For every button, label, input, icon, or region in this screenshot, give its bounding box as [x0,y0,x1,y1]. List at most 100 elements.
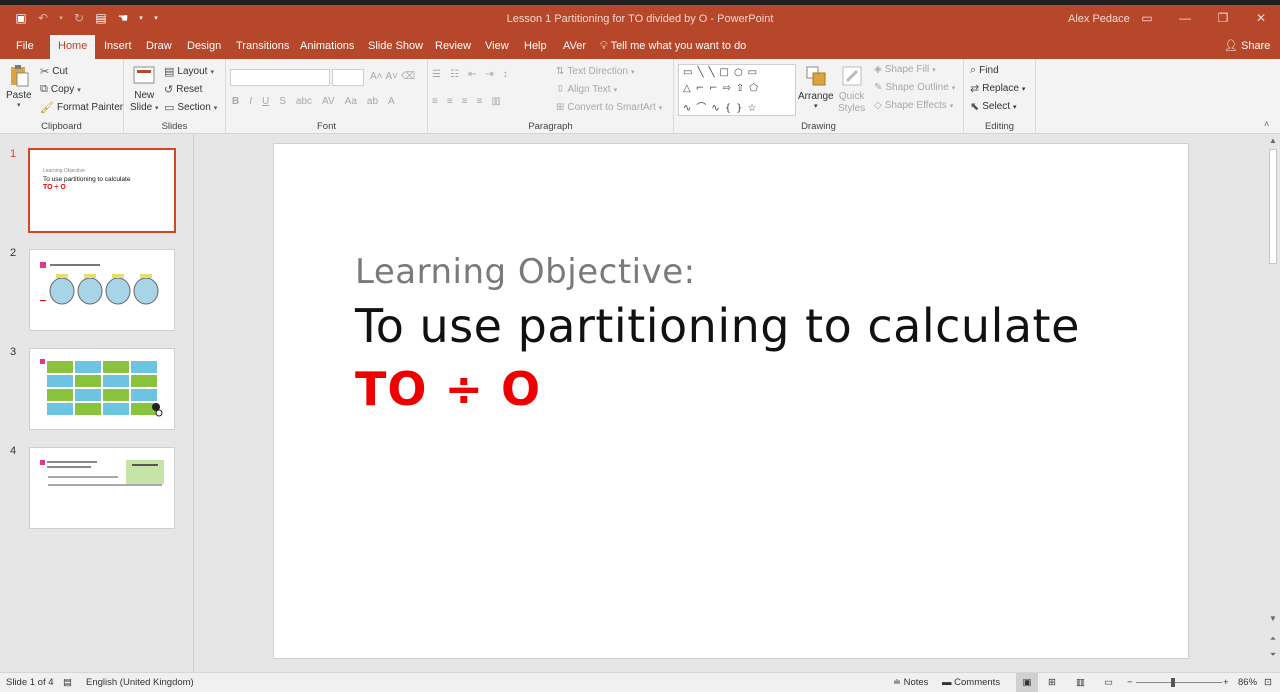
shapes-row-1[interactable]: ▭╲╲□○▭ [683,67,762,78]
layout-button[interactable]: ▤ Layout ▾ [164,65,214,78]
highlight-icon[interactable]: ab [367,96,378,107]
user-name[interactable]: Alex Pedace [1068,13,1130,25]
underline-icon[interactable]: U [262,96,269,107]
bullets-icon[interactable]: ☰ [432,69,441,80]
arrange-button[interactable]: Arrange ▾ [798,65,834,110]
layout-icon: ▤ [164,66,175,78]
cut-button[interactable]: ✂ Cut [40,65,68,78]
bold-icon[interactable]: B [232,96,239,107]
paste-button[interactable]: Paste ▾ [6,64,32,109]
spell-check-icon[interactable]: ▤ [63,677,72,688]
tab-help[interactable]: Help [524,35,547,59]
new-slide-button[interactable]: New Slide ▾ [130,64,159,115]
align-right-icon[interactable]: ≡ [462,96,468,107]
align-buttons[interactable]: ≡ ≡ ≡ ≡ ▥ [432,96,501,107]
slide-show-icon[interactable]: ▭ [1104,677,1113,688]
next-slide-icon[interactable]: ⏷ [1266,650,1280,660]
align-left-icon[interactable]: ≡ [432,96,438,107]
learning-objective-text[interactable]: To use partitioning to calculate [355,299,1080,353]
normal-view-icon[interactable]: ▣ [1016,673,1038,692]
numbering-icon[interactable]: ☷ [450,69,459,80]
zoom-out-icon[interactable]: − [1127,677,1133,688]
char-spacing-icon[interactable]: AV [322,96,335,107]
columns-icon[interactable]: ▥ [491,96,500,107]
shape-outline-button[interactable]: ✎ Shape Outline ▾ [874,82,955,93]
replace-button[interactable]: ⇄ Replace ▾ [970,82,1025,95]
scroll-down-icon[interactable]: ▼ [1266,614,1280,623]
tell-me-search[interactable]: 💡︎ Tell me what you want to do [600,35,746,59]
close-icon[interactable]: ✕ [1242,5,1280,31]
font-format-buttons[interactable]: B I U Sabc AV Aa ab A [232,96,395,107]
shape-fill-button[interactable]: ◈ Shape Fill ▾ [874,64,936,75]
italic-icon[interactable]: I [249,96,252,107]
tab-slide-show[interactable]: Slide Show [368,35,423,59]
share-button[interactable]: 👤︎ Share [1224,35,1270,59]
zoom-in-icon[interactable]: + [1223,677,1229,688]
text-direction-button[interactable]: ⇅ Text Direction ▾ [556,66,634,77]
section-button[interactable]: ▭ Section ▾ [164,101,217,114]
tab-review[interactable]: Review [435,35,471,59]
slide-thumbnail-4[interactable] [29,447,175,529]
change-case-icon[interactable]: Aa [345,96,357,107]
fit-slide-icon[interactable]: ⊡ [1264,677,1272,688]
shapes-row-2[interactable]: △⌐⌐⇨⇧⬠ [683,83,763,94]
align-center-icon[interactable]: ≡ [447,96,453,107]
font-size-input[interactable] [332,69,364,86]
slide-thumbnail-3[interactable] [29,348,175,430]
collapse-ribbon-icon[interactable]: ˄ [1264,119,1269,129]
shadow-icon[interactable]: S [279,96,286,107]
shapes-gallery[interactable]: ▭╲╲□○▭ △⌐⌐⇨⇧⬠ ∿⌒∿{}☆ [678,64,796,116]
zoom-slider-knob[interactable] [1171,678,1175,687]
slide-canvas[interactable]: Learning Objective: To use partitioning … [273,143,1189,659]
line-spacing-icon[interactable]: ↕ [503,69,508,80]
slide-thumbnail-2[interactable] [29,249,175,331]
slide-sorter-icon[interactable]: ⊞ [1048,677,1056,688]
language-indicator[interactable]: English (United Kingdom) [86,677,194,688]
shapes-row-3[interactable]: ∿⌒∿{}☆ [683,99,761,114]
tab-design[interactable]: Design [187,35,221,59]
decrease-indent-icon[interactable]: ⇤ [468,69,476,80]
tab-draw[interactable]: Draw [146,35,172,59]
ribbon-display-options-icon[interactable]: ▭ [1128,5,1166,31]
copy-button[interactable]: ⧉ Copy ▾ [40,83,81,96]
comments-button[interactable]: ▬ Comments [942,677,1000,688]
list-buttons[interactable]: ☰ ☷ ⇤ ⇥ ↕ [432,69,508,80]
find-button[interactable]: ⌕ Find [970,64,999,77]
zoom-level[interactable]: 86% [1238,677,1257,688]
shape-effects-button[interactable]: ◇ Shape Effects ▾ [874,100,953,111]
cursor-icon: ⬉ [970,101,980,113]
select-button[interactable]: ⬉ Select ▾ [970,100,1017,113]
vertical-scrollbar[interactable]: ▲ ▼ ⏶ ⏷ [1266,134,1280,672]
increase-indent-icon[interactable]: ⇥ [485,69,493,80]
zoom-slider[interactable] [1136,682,1222,683]
restore-icon[interactable]: ❐ [1204,5,1242,31]
strikethrough-icon[interactable]: abc [296,96,312,107]
tab-file[interactable]: File [16,35,34,59]
tab-aver[interactable]: AVer [563,35,586,59]
tab-view[interactable]: View [485,35,509,59]
convert-smartart-button[interactable]: ⊞ Convert to SmartArt ▾ [556,102,662,113]
notes-button[interactable]: ≐ Notes [893,677,928,688]
justify-icon[interactable]: ≡ [477,96,483,107]
font-color-icon[interactable]: A [388,96,395,107]
tab-home[interactable]: Home [50,35,96,59]
align-text-button[interactable]: ⇳ Align Text ▾ [556,84,617,95]
tab-insert[interactable]: Insert [104,35,132,59]
learning-objective-formula[interactable]: TO ÷ O [355,362,541,416]
reading-view-icon[interactable]: ▥ [1076,677,1085,688]
slide-thumbnail-1[interactable]: Learning Objective: To use partitioning … [28,148,176,233]
previous-slide-icon[interactable]: ⏶ [1266,634,1280,644]
font-size-buttons[interactable]: A˄ A˅ ⌫ [370,71,415,82]
minimize-icon[interactable]: — [1166,5,1204,31]
tab-animations[interactable]: Animations [300,35,354,59]
tab-transitions[interactable]: Transitions [236,35,289,59]
format-painter-button[interactable]: 🖌︎ Format Painter [40,101,123,114]
reset-button[interactable]: ↺ Reset [164,83,202,96]
paste-icon [10,65,29,87]
scroll-up-icon[interactable]: ▲ [1266,136,1280,145]
learning-objective-heading[interactable]: Learning Objective: [355,252,696,292]
font-name-input[interactable] [230,69,330,86]
slide-thumbnails-pane: 1 Learning Objective: To use partitionin… [0,134,194,672]
scrollbar-thumb[interactable] [1269,149,1277,264]
quick-styles-button[interactable]: Quick Styles [838,65,865,115]
